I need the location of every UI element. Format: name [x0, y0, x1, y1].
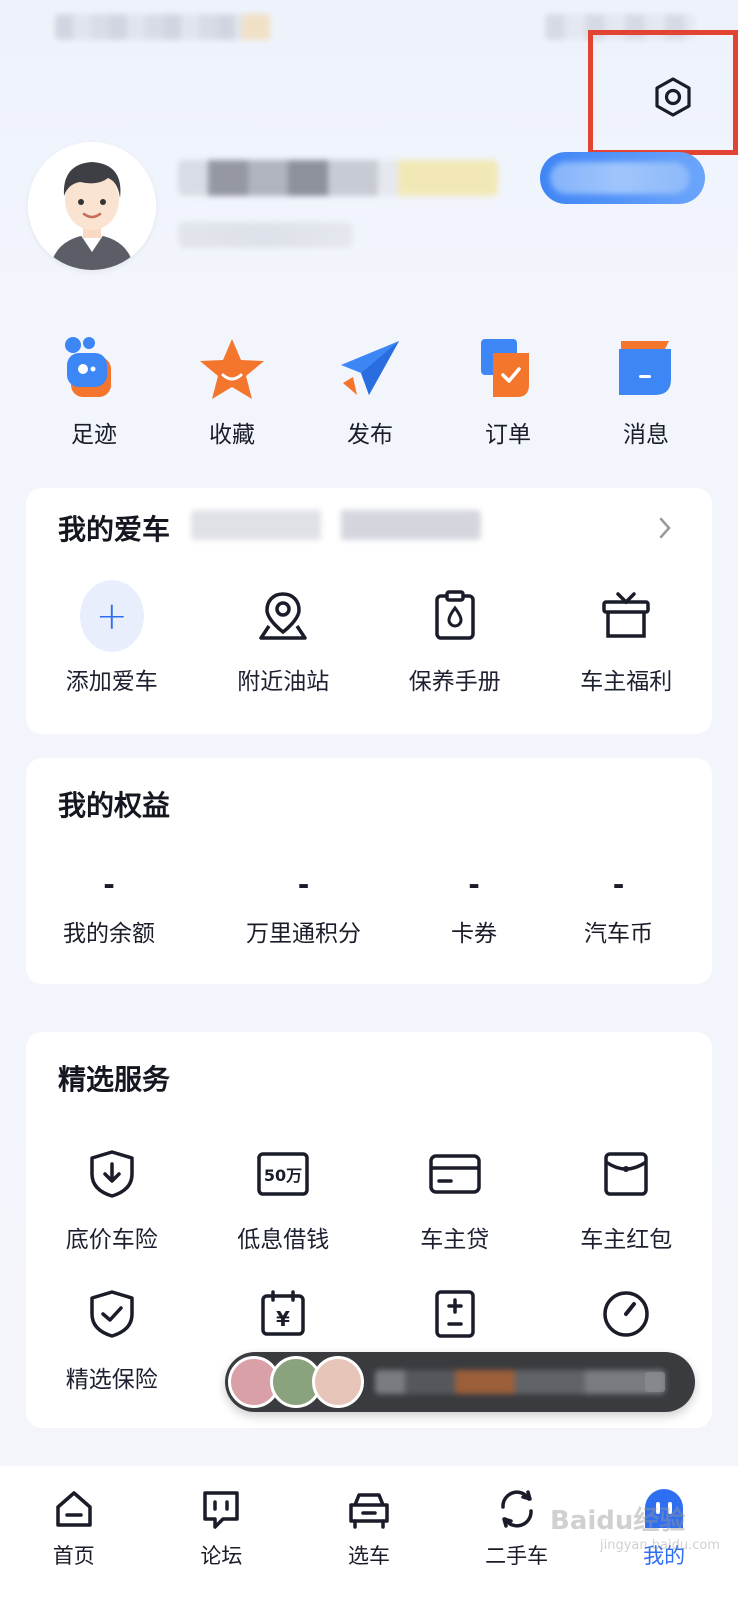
paper-plane-icon	[341, 341, 399, 395]
coupons-value: -	[468, 868, 480, 901]
car-icon	[349, 1493, 389, 1529]
cell-label: 精选保险	[65, 1367, 158, 1393]
coupons-label: 卡券	[451, 921, 497, 947]
settings-button[interactable]	[650, 74, 696, 120]
refresh-icon	[500, 1490, 533, 1528]
points-value: -	[297, 868, 310, 901]
watermark-url: jingyan.baidu.com	[600, 1538, 720, 1553]
cell-label: 保养手册	[408, 669, 501, 695]
status-bar-left	[55, 14, 270, 40]
red-packet-icon	[604, 1152, 648, 1196]
tab-label: 论坛	[200, 1544, 243, 1568]
balance-value: -	[103, 868, 115, 901]
quick-actions: 足迹 收藏 发布 订单 消息	[25, 335, 715, 449]
quick-favorites[interactable]: 收藏	[163, 335, 301, 449]
user-subtitle-blurred	[178, 222, 353, 248]
service-loan[interactable]: 50万 低息借钱	[198, 1142, 370, 1254]
floating-bar-text-blurred	[375, 1370, 665, 1394]
tab-label: 首页	[52, 1544, 95, 1568]
car-coins-item[interactable]: - 汽车币	[584, 868, 653, 948]
quick-publish[interactable]: 发布	[301, 335, 439, 449]
quick-orders[interactable]: 订单	[439, 335, 577, 449]
50wan-icon: 50万	[257, 1152, 309, 1196]
oil-manual-icon	[435, 590, 475, 640]
coupons-item[interactable]: - 卡券	[451, 868, 497, 948]
home-icon	[56, 1491, 92, 1527]
location-pin-icon	[259, 592, 307, 640]
participant-avatar	[312, 1356, 364, 1408]
forum-icon	[203, 1491, 240, 1529]
watermark: Baidu经验	[550, 1506, 686, 1536]
service-red-packet[interactable]: 车主红包	[541, 1142, 713, 1254]
username-blurred	[178, 160, 498, 196]
owner-benefits-button[interactable]: 车主福利	[541, 584, 713, 696]
settings-hexagon-icon	[655, 77, 691, 117]
shield-check-icon	[90, 1290, 134, 1338]
avatar[interactable]	[28, 142, 156, 270]
tab-label: 选车	[347, 1544, 390, 1568]
my-car-card: 我的爱车 + 添加爱车 附近油站 保养手册 车主福利	[26, 488, 712, 734]
cell-label: 附近油站	[237, 669, 330, 695]
maintenance-manual-button[interactable]: 保养手册	[369, 584, 541, 696]
shield-download-icon	[90, 1150, 134, 1198]
quick-footprint[interactable]: 足迹	[25, 335, 163, 449]
points-item[interactable]: - 万里通积分	[246, 868, 361, 948]
car-coins-value: -	[612, 868, 625, 901]
service-owner-loan[interactable]: 车主贷	[369, 1142, 541, 1254]
loan-badge: 50万	[264, 1166, 302, 1185]
my-car-title: 我的爱车	[58, 513, 171, 546]
avatar-illustration	[28, 142, 156, 270]
cell-label: 添加爱车	[65, 669, 158, 695]
calendar-yen-icon: ¥	[261, 1290, 305, 1336]
gauge-icon	[603, 1291, 649, 1337]
footprint-icon	[65, 337, 111, 397]
tab-forum[interactable]: 论坛	[161, 1484, 281, 1600]
nearby-gas-button[interactable]: 附近油站	[198, 584, 370, 696]
quick-label: 消息	[623, 422, 669, 448]
service-insurance-lowprice[interactable]: 底价车险	[26, 1142, 198, 1254]
quick-label: 收藏	[209, 422, 255, 448]
chevron-right-icon[interactable]	[658, 516, 672, 540]
my-equity-card: 我的权益 - 我的余额 - 万里通积分 - 卡券 - 汽车币	[26, 758, 712, 984]
points-label: 万里通积分	[246, 921, 361, 947]
tab-label: 二手车	[485, 1544, 549, 1568]
tab-home[interactable]: 首页	[14, 1484, 134, 1600]
gift-icon	[602, 592, 650, 638]
plus-icon: +	[79, 580, 144, 652]
order-icon	[481, 339, 529, 397]
car-coins-label: 汽车币	[584, 921, 653, 947]
quick-messages[interactable]: 消息	[577, 335, 715, 449]
equity-title: 我的权益	[58, 789, 171, 822]
star-icon	[200, 339, 264, 399]
balance-item[interactable]: - 我的余额	[63, 868, 155, 948]
cell-label: 车主红包	[580, 1227, 673, 1253]
calendar-badge: ¥	[276, 1307, 290, 1331]
quick-label: 足迹	[71, 422, 117, 448]
cell-label: 车主福利	[580, 669, 673, 695]
my-car-subtitle-blurred	[191, 510, 481, 540]
card-icon	[429, 1154, 481, 1194]
member-button-label-blurred	[550, 162, 690, 194]
service-selected-insurance[interactable]: 精选保险	[26, 1282, 198, 1394]
calculator-icon	[435, 1290, 475, 1338]
quick-label: 订单	[485, 422, 531, 448]
cell-label: 低息借钱	[237, 1227, 330, 1253]
services-title: 精选服务	[58, 1063, 171, 1096]
balance-label: 我的余额	[63, 921, 155, 947]
add-car-button[interactable]: + 添加爱车	[26, 580, 198, 696]
cell-label: 车主贷	[420, 1227, 490, 1253]
tab-choose-car[interactable]: 选车	[309, 1484, 429, 1600]
message-icon	[619, 341, 671, 395]
member-button[interactable]	[540, 152, 705, 204]
quick-label: 发布	[347, 422, 393, 448]
cell-label: 底价车险	[65, 1227, 158, 1253]
floating-bar-icon	[645, 1372, 665, 1392]
